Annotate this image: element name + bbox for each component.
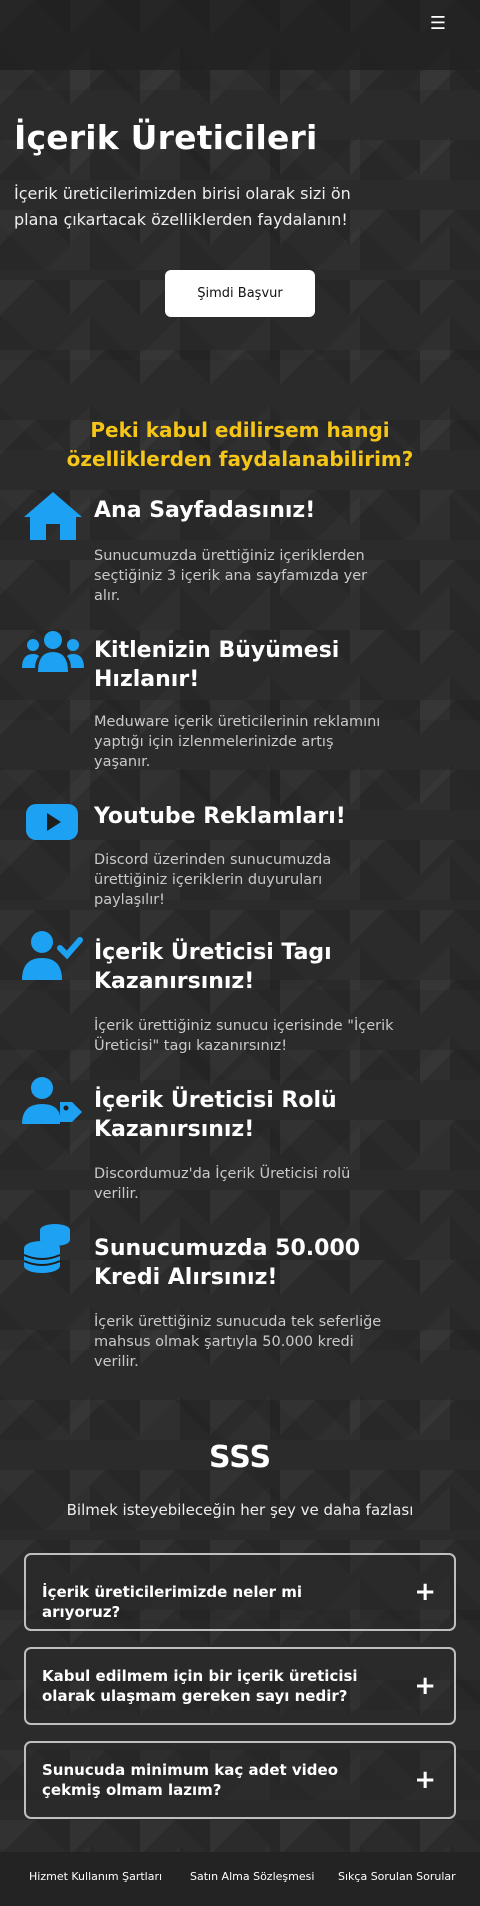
feature-text: İçerik ürettiğiniz sunucu içerisinde "İç… <box>94 1018 394 1054</box>
faq-item[interactable]: Kabul edilmem için bir içerik üreticisi … <box>24 1647 456 1725</box>
feature-title: Youtube Reklamları! <box>94 804 346 829</box>
feature-text: İçerik ürettiğiniz sunucuda tek seferliğ… <box>94 1314 382 1370</box>
top-navbar: ☰ <box>0 0 480 70</box>
plus-icon[interactable]: + <box>414 1767 436 1793</box>
user-check-icon <box>22 931 83 980</box>
plus-icon[interactable]: + <box>414 1579 436 1605</box>
feature-title: Ana Sayfadasınız! <box>94 498 316 523</box>
faq-question: İçerik üreticilerimizde neler mi arıyoru… <box>42 1583 303 1621</box>
faq-question: Kabul edilmem için bir içerik üreticisi … <box>42 1667 358 1705</box>
features-heading: Peki kabul edilirsem hangi özelliklerden… <box>66 418 414 471</box>
users-icon <box>22 631 84 672</box>
footer-link-faq[interactable]: Sıkça Sorulan Sorular <box>338 1870 456 1883</box>
faq-item[interactable]: Sunucuda minimum kaç adet video çekmiş o… <box>24 1741 456 1819</box>
youtube-icon <box>26 804 78 840</box>
page-title: İçerik Üreticileri <box>14 118 318 157</box>
feature-text: Discordumuz'da İçerik Üreticisi rolü ver… <box>94 1166 351 1202</box>
feature-title: İçerik Üreticisi Rolü Kazanırsınız! <box>94 1088 337 1142</box>
faq-question: Sunucuda minimum kaç adet video çekmiş o… <box>42 1761 339 1799</box>
feature-text: Meduware içerik üreticilerinin reklamını… <box>94 714 381 770</box>
hamburger-menu-icon[interactable]: ☰ <box>426 13 450 34</box>
hero-section: İçerik Üreticileri İçerik üreticilerimiz… <box>14 118 466 233</box>
feature-title: İçerik Üreticisi Tagı Kazanırsınız! <box>94 940 332 994</box>
apply-now-button[interactable]: Şimdi Başvur <box>165 270 315 317</box>
plus-icon[interactable]: + <box>414 1673 436 1699</box>
feature-text: Discord üzerinden sunucumuzda ürettiğini… <box>94 852 332 908</box>
user-tag-icon <box>22 1077 82 1124</box>
footer-link-purchase-agreement[interactable]: Satın Alma Sözleşmesi <box>190 1870 314 1883</box>
home-icon <box>24 492 82 540</box>
hero-description: İçerik üreticilerimizden birisi olarak s… <box>14 184 351 229</box>
feature-title: Kitlenizin Büyümesi Hızlanır! <box>94 638 340 692</box>
faq-item[interactable]: İçerik üreticilerimizde neler mi arıyoru… <box>24 1553 456 1631</box>
faq-heading: SSS <box>208 1440 272 1475</box>
feature-text: Sunucumuzda ürettiğiniz içeriklerden seç… <box>94 548 368 604</box>
footer-link-terms-of-service[interactable]: Hizmet Kullanım Şartları <box>29 1870 162 1883</box>
coins-icon <box>23 1224 70 1273</box>
feature-title: Sunucumuzda 50.000 Kredi Alırsınız! <box>94 1236 361 1290</box>
faq-subtitle: Bilmek isteyebileceğin her şey ve daha f… <box>66 1501 414 1519</box>
footer: Hizmet Kullanım Şartları Satın Alma Sözl… <box>0 1852 480 1906</box>
